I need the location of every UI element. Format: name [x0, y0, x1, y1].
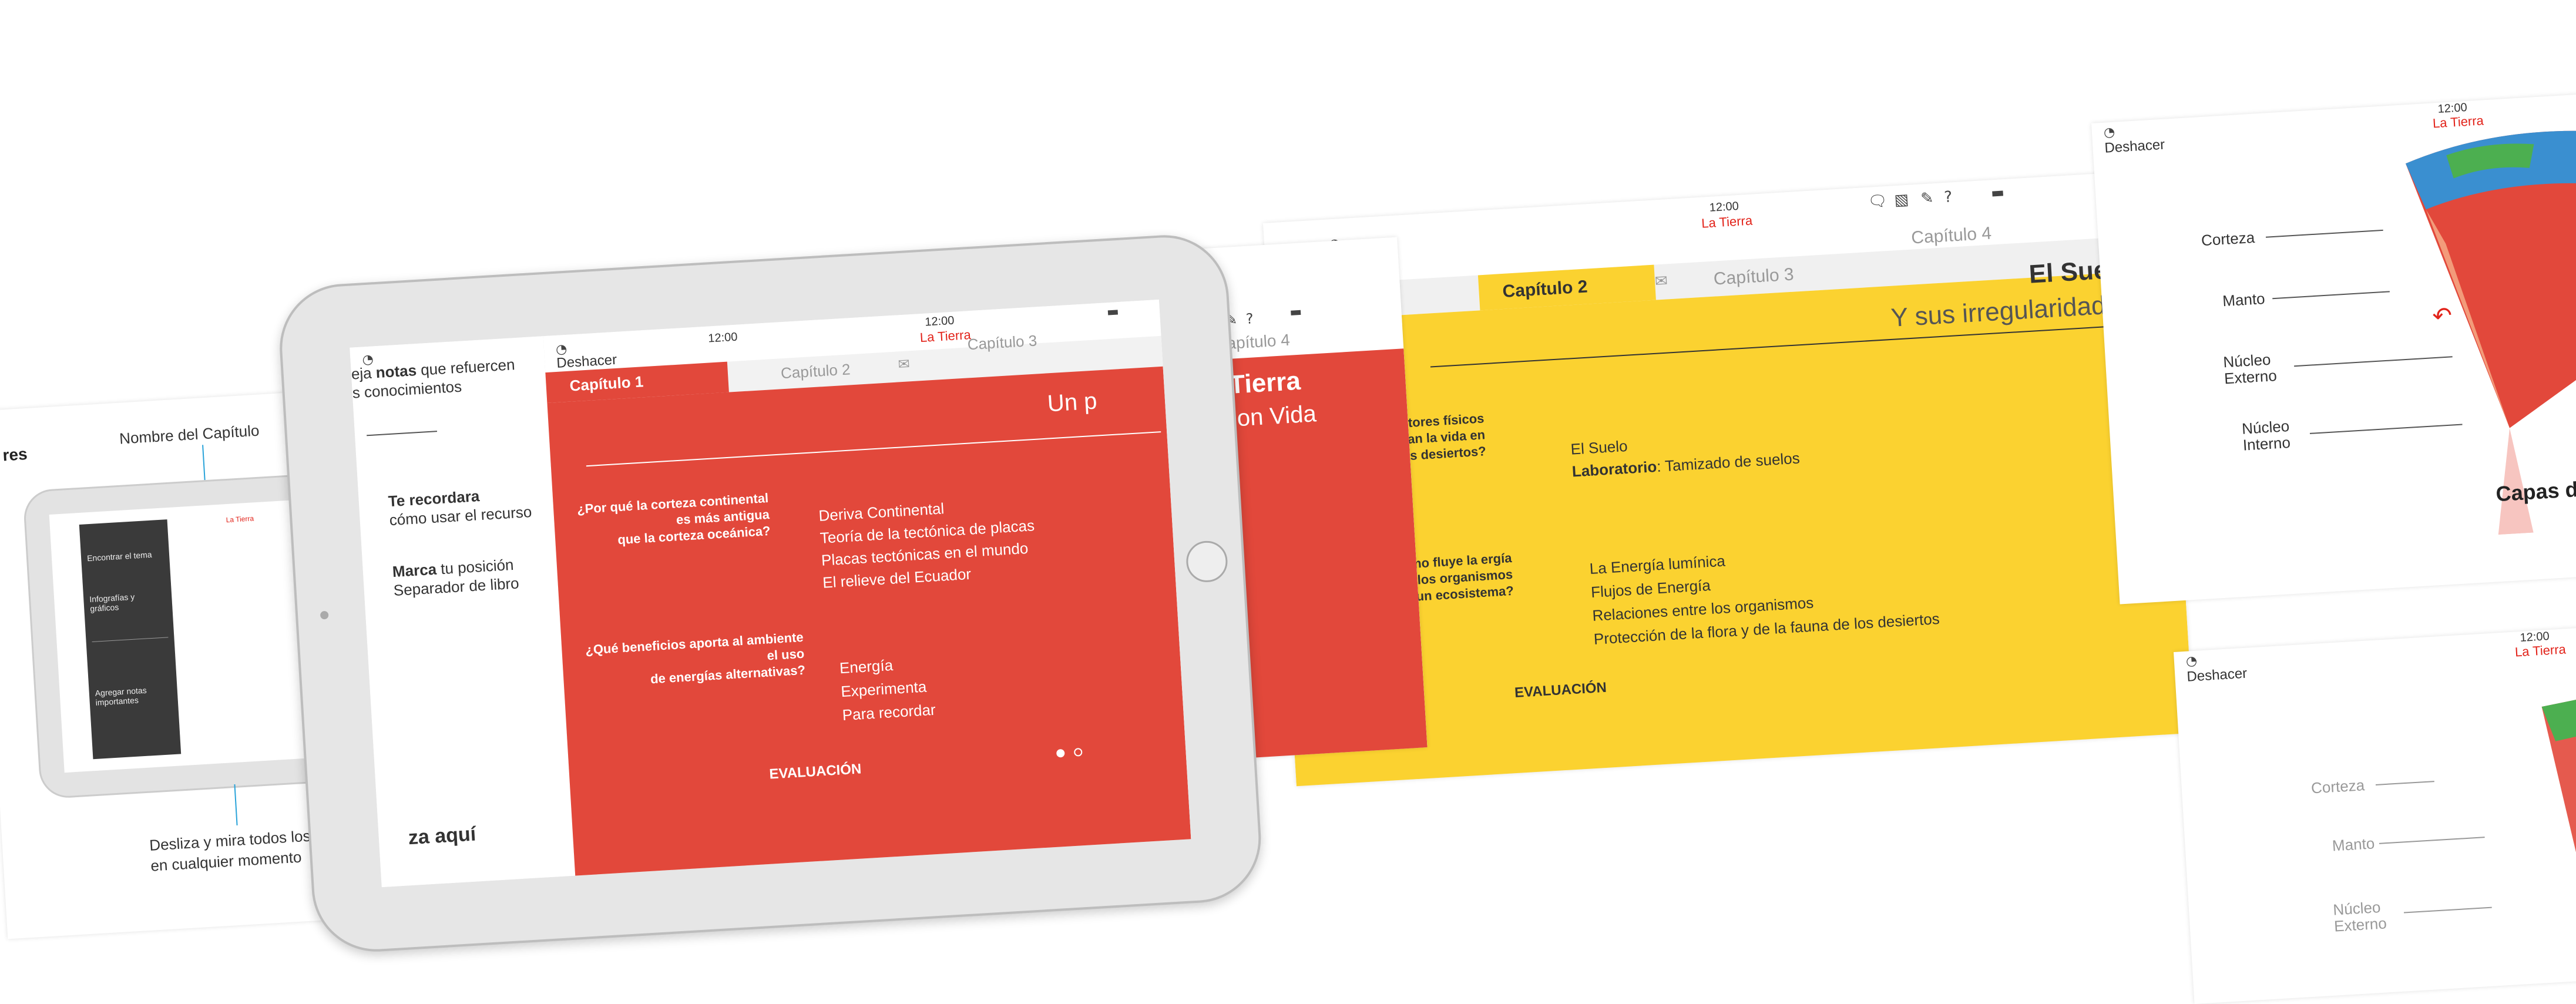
layer-leader [2403, 906, 2492, 914]
answer-el-suelo[interactable]: El Suelo [1570, 437, 1628, 459]
mini-side-menu: Encontrar el tema Infografías y gráficos… [79, 519, 182, 760]
mini-menu-item-find[interactable]: Encontrar el tema [87, 549, 158, 563]
bookmark-icon[interactable]: ✉ [1654, 272, 1668, 290]
swipe-pointer-line [234, 784, 238, 825]
sheet-title-fragment: res [2, 445, 28, 465]
back-subtitle: on Vida [1236, 401, 1317, 432]
layer-label-nucleo-externo: Núcleo Externo [2332, 898, 2387, 935]
layer-label-manto: Manto [2332, 834, 2376, 855]
ipad-device: ◔ eja notas que refuercen s conocimiento… [276, 231, 1265, 955]
status-time: 12:00 [1709, 199, 1739, 214]
layer-label-nucleo-interno: Núcleo Interno [2241, 417, 2291, 454]
answer-list-1: Deriva Continental Teoría de la tectónic… [818, 492, 1038, 593]
mini-book-title: La Tierra [226, 514, 254, 525]
question-1: ¿Por qué la corteza continental es más a… [576, 490, 771, 550]
chapter1-content: Un p ¿Por qué la corteza continental es … [547, 366, 1191, 878]
answer-list-2: La Energía lumínica Flujos de Energía Re… [1589, 536, 1940, 651]
rotate-arrow-icon[interactable]: ↶ [2431, 302, 2453, 330]
tutorial-pointer [367, 431, 438, 436]
undo-button[interactable]: Deshacer [2104, 137, 2165, 157]
earth-cutaway-illustration [2405, 130, 2576, 535]
evaluation-button[interactable]: EVALUACIÓN [1514, 680, 1607, 701]
earth-layers-sheet: ◔ Deshacer 12:00 La Tierra ↶ Corteza Man… [2091, 92, 2576, 605]
edit-box-icon[interactable]: ▧ [1894, 191, 1909, 209]
app-area: ◔ Deshacer 12:00 12:00 La Tierra ▬ Capít… [543, 299, 1191, 878]
notes-suffix: que refuercen [416, 355, 516, 380]
chapter-subtitle: Un p [1046, 388, 1098, 417]
battery-icon: ▬ [1289, 304, 1302, 320]
status-time: 12:00 [707, 330, 738, 345]
earth-layers-sheet-faded: ◔ Deshacer 12:00 La Tierra Corteza Manto… [2174, 625, 2576, 1004]
lab-rest: : Tamizado de suelos [1656, 449, 1801, 475]
subtitle-rule [586, 431, 1161, 467]
mark-suffix: tu posición [436, 555, 515, 578]
tutorial-panel: ◔ eja notas que refuercen s conocimiento… [350, 336, 577, 888]
help-icon[interactable]: ? [1944, 188, 1953, 206]
earth-cutaway-illustration [2541, 690, 2576, 974]
layer-label-corteza: Corteza [2201, 228, 2255, 250]
status-book-title: La Tierra [2514, 642, 2567, 660]
mark-bold: Marca [392, 560, 437, 581]
home-button[interactable] [1185, 539, 1229, 583]
back-title: Tierra [1228, 366, 1302, 399]
pointer-line [202, 445, 206, 481]
bookmark-icon[interactable]: ✉ [898, 355, 911, 372]
layer-label-corteza: Corteza [2310, 776, 2365, 797]
page-dot-active[interactable] [1056, 748, 1065, 758]
mini-menu-item-graphics[interactable]: Infografías y gráficos [89, 590, 161, 614]
notes-prefix: eja [351, 364, 377, 383]
layer-leader [2379, 837, 2485, 844]
question-2: ¿Qué beneficios aporta al ambiente el us… [585, 629, 806, 691]
status-book-title: La Tierra [1701, 213, 1753, 231]
tutorial-start-here[interactable]: za aquí [408, 823, 476, 850]
layer-leader [2375, 781, 2434, 785]
battery-icon: ▬ [1106, 304, 1120, 320]
chapter-name-label: Nombre del Capítulo [119, 421, 260, 448]
ipad-screen: ◔ eja notas que refuercen s conocimiento… [350, 299, 1191, 888]
wifi-icon: ◔ [2185, 653, 2198, 669]
pencil-icon[interactable]: ✎ [1920, 189, 1934, 207]
layer-label-nucleo-externo: Núcleo Externo [2222, 350, 2278, 388]
lab-bold: Laboratorio [1571, 458, 1658, 481]
comment-icon[interactable]: 🗨 [1868, 192, 1888, 211]
help-icon[interactable]: ? [1245, 310, 1254, 327]
undo-button[interactable]: Deshacer [2187, 666, 2248, 686]
layer-label-manto: Manto [2222, 290, 2266, 310]
page-dot[interactable] [1073, 748, 1083, 757]
notes-bold: notas [375, 361, 417, 382]
answer-item[interactable]: Para recordar [842, 698, 936, 727]
answer-list-2: Energía Experimenta Para recordar [839, 651, 936, 727]
subtitle-rule [1430, 324, 2134, 368]
front-camera [320, 610, 329, 620]
mini-menu-item-notes[interactable]: Agregar notas importantes [95, 684, 166, 707]
status-time-right: 12:00 [924, 314, 955, 329]
battery-icon: ▬ [1990, 184, 2005, 202]
wifi-icon: ◔ [2103, 125, 2115, 140]
evaluation-button[interactable]: EVALUACIÓN [769, 761, 862, 783]
